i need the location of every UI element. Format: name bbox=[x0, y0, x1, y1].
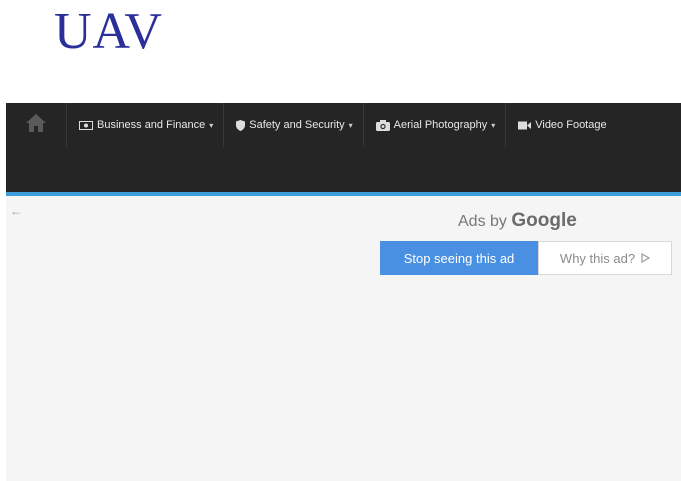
ads-by-google: Ads by Google bbox=[458, 210, 577, 232]
nav-item-label: Safety and Security bbox=[249, 119, 345, 131]
main-navbar: Business and Finance ▾ Safety and Securi… bbox=[6, 103, 681, 196]
ad-container: ← Ads by Google Stop seeing this ad Why … bbox=[6, 196, 681, 481]
stop-seeing-ad-label: Stop seeing this ad bbox=[403, 250, 515, 266]
nav-item-safety-security[interactable]: Safety and Security ▾ bbox=[224, 103, 364, 147]
caret-down-icon: ▾ bbox=[348, 120, 353, 130]
nav-item-aerial-photography[interactable]: Aerial Photography ▾ bbox=[364, 103, 507, 147]
nav-item-label: Aerial Photography bbox=[393, 119, 488, 131]
site-logo[interactable]: UAV bbox=[54, 0, 163, 64]
stop-seeing-ad-button[interactable]: Stop seeing this ad bbox=[380, 241, 538, 275]
nav-item-label: Business and Finance bbox=[97, 119, 206, 131]
arrow-left-icon[interactable]: ← bbox=[10, 204, 22, 218]
camera-icon bbox=[375, 119, 390, 131]
caret-down-icon: ▾ bbox=[491, 120, 496, 130]
nav-item-label: Video Footage bbox=[535, 119, 607, 131]
nav-item-video-footage[interactable]: Video Footage bbox=[506, 103, 616, 147]
video-camera-icon bbox=[518, 121, 532, 130]
why-this-ad-label: Why this ad? bbox=[559, 250, 636, 266]
money-icon bbox=[79, 120, 93, 130]
home-icon bbox=[25, 113, 47, 138]
nav-menu: Business and Finance ▾ Safety and Securi… bbox=[6, 103, 681, 147]
shield-icon bbox=[236, 119, 246, 131]
nav-home-button[interactable] bbox=[6, 103, 67, 147]
caret-down-icon: ▾ bbox=[209, 120, 214, 130]
ads-by-label: Ads by bbox=[458, 213, 507, 230]
why-this-ad-button[interactable]: Why this ad? bbox=[538, 241, 672, 275]
adchoices-icon bbox=[641, 253, 651, 263]
google-brand: Google bbox=[511, 210, 577, 231]
nav-item-business-finance[interactable]: Business and Finance ▾ bbox=[67, 103, 225, 147]
